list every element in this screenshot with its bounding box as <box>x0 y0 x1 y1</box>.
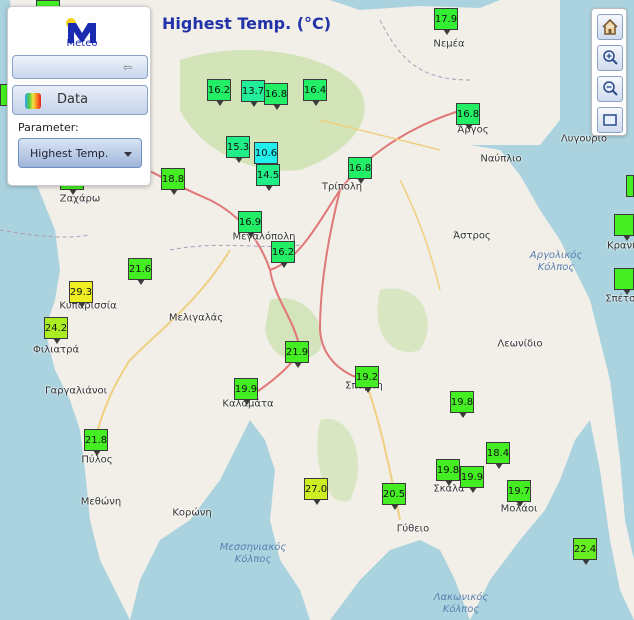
home-button[interactable] <box>597 14 623 40</box>
zoom-out-icon <box>603 81 618 96</box>
town-label: Γαργαλιάνοι <box>44 385 108 397</box>
town-label: Μεθώνη <box>80 496 122 508</box>
parameter-select-value: Highest Temp. <box>30 147 109 160</box>
collapse-bar[interactable]: ⇦ <box>12 55 148 79</box>
town-label: Άργος <box>457 124 489 136</box>
station-marker[interactable]: 19.8 <box>436 459 460 486</box>
station-marker-partial[interactable] <box>626 175 634 197</box>
town-label: Κορώνη <box>172 507 212 519</box>
station-marker-partial[interactable] <box>614 214 634 241</box>
station-marker[interactable]: 19.9 <box>234 378 258 405</box>
station-marker[interactable]: 16.8 <box>456 103 480 130</box>
full-extent-button[interactable] <box>597 107 623 133</box>
logo-text: Meteo <box>66 38 98 49</box>
station-marker[interactable]: 19.8 <box>450 391 474 418</box>
town-label: Σπέτσες <box>605 293 634 305</box>
station-marker[interactable]: 27.0 <box>304 478 328 505</box>
color-scale-icon <box>25 93 41 109</box>
station-marker[interactable]: 24.2 <box>44 317 68 344</box>
station-marker-partial[interactable] <box>614 268 634 295</box>
town-label: Πύλος <box>81 454 113 466</box>
map-canvas[interactable]: Νεμέα Άργος Ναύπλιο Λυγουριό Τρίπολη Άστ… <box>0 0 634 620</box>
station-marker[interactable]: 16.8 <box>348 157 372 184</box>
sea-label: Λακωνικός Κόλπος <box>433 592 489 615</box>
station-marker[interactable]: 14.5 <box>256 164 280 191</box>
town-label: Μελιγαλάς <box>168 312 224 324</box>
station-marker[interactable]: 15.3 <box>226 136 250 163</box>
sea-label: Μεσσηνιακός Κόλπος <box>219 542 287 565</box>
zoom-in-button[interactable] <box>597 45 623 71</box>
arrow-left-icon: ⇦ <box>123 61 133 74</box>
station-marker[interactable]: 16.9 <box>238 211 262 238</box>
control-panel: Meteo ⇦ Data Parameter: Highest Temp. <box>7 6 151 186</box>
data-button[interactable]: Data <box>12 85 148 115</box>
station-marker[interactable]: 13.7 <box>241 80 265 107</box>
town-label: Ναύπλιο <box>480 153 522 165</box>
station-marker[interactable]: 21.8 <box>84 429 108 456</box>
town-label: Λεωνίδιο <box>497 338 543 350</box>
station-marker[interactable]: 19.2 <box>355 366 379 393</box>
town-label: Κρανίδι <box>607 240 634 252</box>
station-marker[interactable]: 21.6 <box>128 258 152 285</box>
station-marker[interactable]: 16.2 <box>271 241 295 268</box>
town-label: Άστρος <box>453 230 491 242</box>
station-marker[interactable]: 21.9 <box>285 341 309 368</box>
station-marker[interactable]: 19.7 <box>507 480 531 507</box>
station-marker[interactable]: 18.4 <box>486 442 510 469</box>
town-label: Φιλιατρά <box>32 344 80 356</box>
station-marker[interactable]: 29.3 <box>69 281 93 308</box>
station-marker[interactable]: 18.8 <box>161 168 185 195</box>
zoom-in-icon <box>603 50 618 65</box>
station-marker[interactable]: 10.6 <box>254 142 278 169</box>
station-marker[interactable]: 20.5 <box>382 483 406 510</box>
station-marker[interactable]: 16.2 <box>207 79 231 106</box>
parameter-select[interactable]: Highest Temp. <box>18 138 142 168</box>
data-button-label: Data <box>57 92 89 107</box>
map-controls <box>591 8 627 136</box>
map-title: Highest Temp. (°C) <box>162 14 332 33</box>
station-marker[interactable]: 19.9 <box>460 466 484 493</box>
station-marker[interactable]: 22.4 <box>573 538 597 565</box>
town-label: Γύθειο <box>396 523 430 535</box>
town-label: Ζαχάρω <box>59 193 101 205</box>
zoom-out-button[interactable] <box>597 76 623 102</box>
extent-icon <box>603 114 617 126</box>
station-marker[interactable]: 16.8 <box>264 83 288 110</box>
parameter-label: Parameter: <box>18 121 79 134</box>
town-label: Νεμέα <box>433 38 465 50</box>
sea-label: Αργολικός Κόλπος <box>529 250 583 273</box>
chevron-down-icon <box>124 152 132 157</box>
station-marker[interactable]: 16.4 <box>303 79 327 106</box>
home-icon <box>602 18 618 35</box>
station-marker[interactable]: 17.9 <box>434 8 458 35</box>
